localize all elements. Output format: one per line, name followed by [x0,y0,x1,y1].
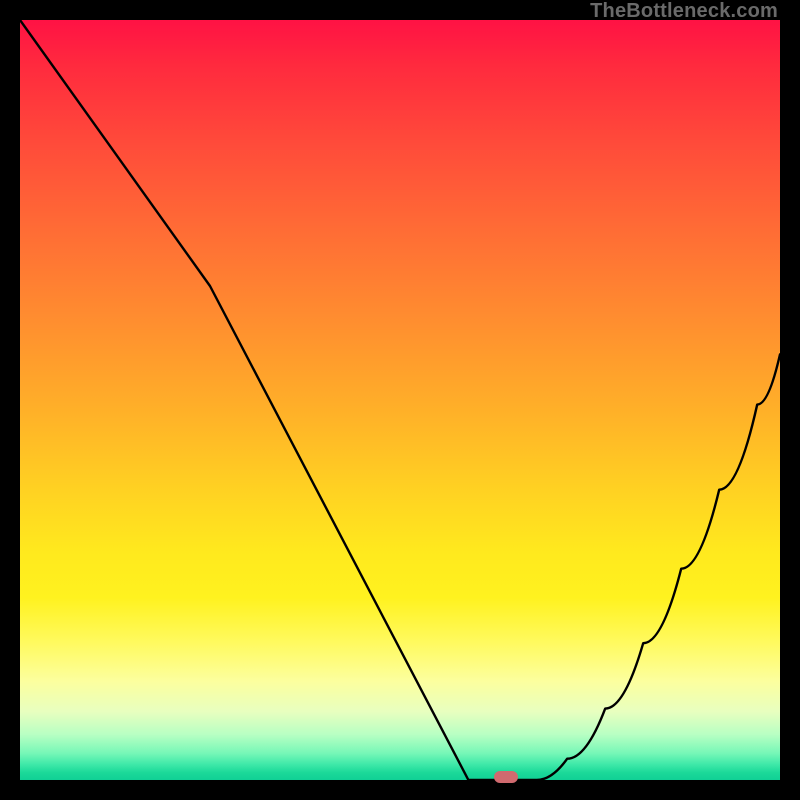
optimal-marker [494,771,518,783]
chart-frame: TheBottleneck.com [0,0,800,800]
bottleneck-curve [20,20,780,780]
